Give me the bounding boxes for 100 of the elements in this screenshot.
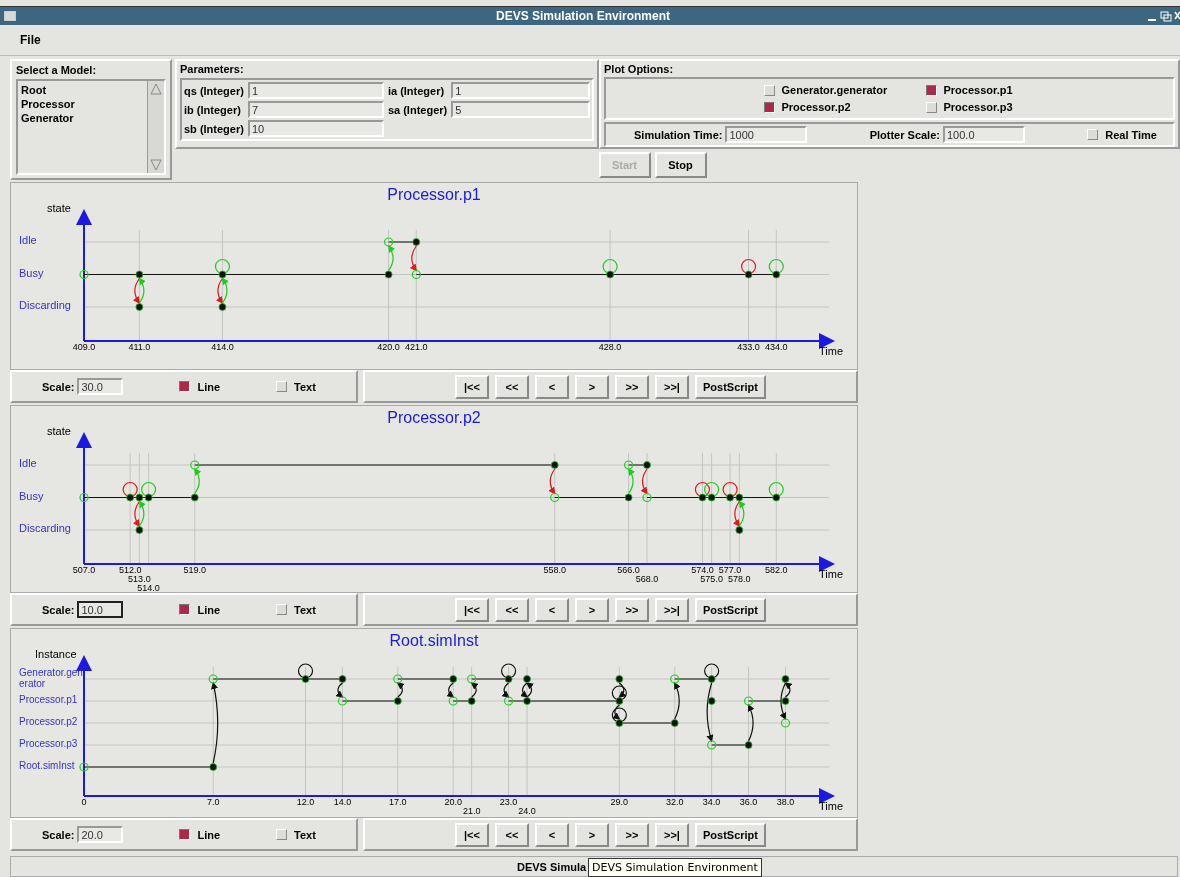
state-label: Processor.p2 bbox=[19, 716, 79, 727]
tick-label: 34.0 bbox=[702, 797, 721, 807]
simulation-time-field[interactable]: 1000 bbox=[725, 126, 808, 143]
checkbox-label: Line bbox=[197, 380, 221, 393]
tick-label: 29.0 bbox=[610, 797, 629, 807]
list-item[interactable]: Root bbox=[21, 83, 144, 97]
tick-label: 414.0 bbox=[211, 342, 234, 352]
nav-button[interactable]: |<< bbox=[455, 374, 489, 399]
nav-button[interactable]: PostScript bbox=[695, 374, 766, 399]
state-label: Idle bbox=[19, 235, 38, 246]
tooltip: DEVS Simulation Environment bbox=[588, 858, 762, 877]
nav-button[interactable]: < bbox=[535, 597, 569, 622]
nav-button[interactable]: > bbox=[575, 597, 609, 622]
nav-button[interactable]: >>| bbox=[655, 597, 689, 622]
checkbox-label: Line bbox=[197, 828, 221, 841]
state-label: Generator.generator bbox=[19, 667, 84, 689]
checkbox[interactable] bbox=[763, 101, 775, 113]
tick-label: 21.0 bbox=[462, 806, 481, 816]
tick-label: 558.0 bbox=[543, 565, 566, 575]
tick-label: 12.0 bbox=[296, 797, 315, 807]
parameter-field[interactable]: 7 bbox=[247, 101, 384, 118]
scroll-up-icon[interactable] bbox=[148, 81, 164, 97]
checkbox[interactable] bbox=[925, 84, 937, 96]
nav-button[interactable]: < bbox=[535, 822, 569, 847]
nav-button[interactable]: PostScript bbox=[695, 597, 766, 622]
nav-button[interactable]: >>| bbox=[655, 374, 689, 399]
nav-button[interactable]: >> bbox=[615, 822, 649, 847]
tick-label: 36.0 bbox=[739, 797, 758, 807]
scale-field[interactable]: 10.0 bbox=[77, 601, 124, 618]
nav-button[interactable]: > bbox=[575, 374, 609, 399]
state-label: Processor.p1 bbox=[19, 694, 79, 705]
action-button[interactable]: Stop bbox=[654, 152, 707, 178]
scrollbar[interactable] bbox=[147, 81, 164, 173]
tick-label: 574.0 bbox=[691, 565, 714, 575]
y-axis-label: state bbox=[47, 425, 71, 437]
tick-label: 582.0 bbox=[765, 565, 788, 575]
checkbox-label: Real Time bbox=[1105, 128, 1157, 141]
tick-label: 578.0 bbox=[728, 574, 751, 584]
tick-label: 434.0 bbox=[765, 342, 788, 352]
list-item[interactable]: Processor bbox=[21, 97, 144, 111]
status-text: DEVS Simula bbox=[517, 860, 587, 873]
window-controls-icon[interactable] bbox=[1146, 10, 1180, 22]
state-label: Processor.p3 bbox=[19, 738, 79, 749]
nav-button[interactable]: << bbox=[495, 822, 529, 847]
y-axis-label: state bbox=[47, 202, 71, 214]
x-axis-label: Time bbox=[819, 800, 844, 812]
nav-button[interactable]: |<< bbox=[455, 597, 489, 622]
tick-label: 38.0 bbox=[776, 797, 795, 807]
scroll-down-icon[interactable] bbox=[148, 157, 164, 173]
parameter-label: ib (Integer) bbox=[184, 103, 242, 116]
list-item[interactable]: Generator bbox=[21, 111, 144, 125]
nav-button[interactable]: |<< bbox=[455, 822, 489, 847]
parameter-field[interactable]: 10 bbox=[247, 120, 384, 137]
tick-label: 519.0 bbox=[183, 565, 206, 575]
checkbox[interactable] bbox=[179, 829, 191, 840]
parameter-field[interactable]: 1 bbox=[247, 82, 384, 99]
nav-button[interactable]: < bbox=[535, 374, 569, 399]
window-title: DEVS Simulation Environment bbox=[496, 9, 670, 23]
x-axis-label: Time bbox=[819, 345, 844, 357]
parameter-label: qs (Integer) bbox=[184, 84, 244, 97]
scale-field[interactable]: 20.0 bbox=[77, 826, 124, 843]
nav-button[interactable]: << bbox=[495, 597, 529, 622]
nav-button[interactable]: > bbox=[575, 822, 609, 847]
tick-label: 420.0 bbox=[377, 342, 400, 352]
checkbox-label: Processor.p1 bbox=[943, 84, 1013, 96]
checkbox[interactable] bbox=[179, 604, 191, 615]
plotter-scale-field[interactable]: 100.0 bbox=[942, 126, 1025, 143]
nav-button[interactable]: >>| bbox=[655, 822, 689, 847]
plotter-scale-label: Plotter Scale: bbox=[869, 128, 940, 141]
state-label: Discarding bbox=[19, 523, 72, 534]
nav-button[interactable]: PostScript bbox=[695, 822, 766, 847]
scale-label: Scale: bbox=[42, 828, 75, 841]
nav-button[interactable]: >> bbox=[615, 374, 649, 399]
checkbox-label: Processor.p3 bbox=[943, 101, 1013, 113]
tick-label: 513.0 bbox=[128, 574, 151, 584]
parameter-field[interactable]: 1 bbox=[451, 82, 590, 99]
panel-title: Select a Model: bbox=[16, 64, 98, 76]
nav-button[interactable]: >> bbox=[615, 597, 649, 622]
state-label: Idle bbox=[19, 458, 38, 469]
y-axis-label: Instance bbox=[35, 648, 77, 660]
tick-label: 23.0 bbox=[499, 797, 518, 807]
nav-button[interactable]: << bbox=[495, 374, 529, 399]
tick-label: 433.0 bbox=[737, 342, 760, 352]
tick-label: 32.0 bbox=[665, 797, 684, 807]
parameter-field[interactable]: 5 bbox=[451, 101, 590, 118]
tick-label: 507.0 bbox=[72, 565, 96, 575]
checkbox-label: Text bbox=[294, 603, 316, 616]
tick-label: 421.0 bbox=[405, 342, 428, 352]
scale-label: Scale: bbox=[42, 603, 75, 616]
tick-label: 577.0 bbox=[718, 565, 742, 575]
scale-field[interactable]: 30.0 bbox=[77, 378, 124, 395]
checkbox-label: Processor.p2 bbox=[781, 101, 851, 113]
plot-title: Processor.p2 bbox=[387, 409, 481, 426]
tick-label: 566.0 bbox=[617, 565, 640, 575]
state-label: Busy bbox=[19, 490, 45, 502]
tick-label: 409.0 bbox=[72, 342, 96, 352]
tick-label: 24.0 bbox=[518, 806, 536, 816]
checkbox[interactable] bbox=[179, 381, 191, 392]
menu-item[interactable]: File bbox=[20, 33, 41, 47]
tick-label: 7.0 bbox=[206, 797, 220, 807]
